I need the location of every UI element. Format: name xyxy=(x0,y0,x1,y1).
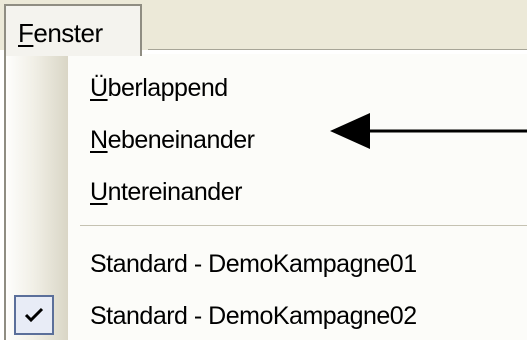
fenster-dropdown-menu: Überlappend Nebeneinander Untereinander … xyxy=(4,54,527,340)
menu-item-label: Nebeneinander xyxy=(90,114,255,166)
menu-fenster[interactable]: Fenster xyxy=(4,4,142,56)
menu-fenster-label: Fenster xyxy=(18,18,103,49)
menu-item-mnemonic: N xyxy=(90,126,108,154)
menu-item-label: Untereinander xyxy=(90,166,242,218)
menu-item-label-rest: ebeneinander xyxy=(107,126,255,154)
menu-item-label-rest: berlappend xyxy=(107,74,229,102)
menu-fenster-label-rest: enster xyxy=(33,18,103,48)
menu-item-window-demokampagne02[interactable]: Standard - DemoKampagne02 xyxy=(6,290,527,340)
menu-item-label: Überlappend xyxy=(90,62,228,114)
menu-item-label-rest: ntereinander xyxy=(107,178,243,206)
arrow-left-icon xyxy=(330,113,527,149)
menu-item-window-demokampagne01[interactable]: Standard - DemoKampagne01 xyxy=(6,238,527,290)
menu-separator xyxy=(80,225,527,226)
menu-bar-edge xyxy=(148,49,527,50)
screenshot-stage: Fenster Überlappend Nebeneinander Untere… xyxy=(0,0,527,340)
menu-item-mnemonic: U xyxy=(90,178,108,206)
menu-fenster-mnemonic: F xyxy=(18,18,34,48)
menu-item-ueberlappend[interactable]: Überlappend xyxy=(6,62,527,114)
checkmark-icon xyxy=(24,307,44,323)
menu-item-mnemonic: Ü xyxy=(90,74,108,102)
checked-indicator xyxy=(14,295,54,335)
menu-item-untereinander[interactable]: Untereinander xyxy=(6,166,527,218)
menu-item-label: Standard - DemoKampagne02 xyxy=(90,302,417,330)
menu-item-label: Standard - DemoKampagne01 xyxy=(90,250,417,278)
